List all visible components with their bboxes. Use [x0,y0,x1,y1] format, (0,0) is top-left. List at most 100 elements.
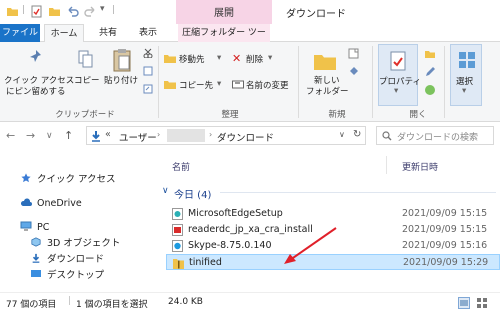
pin-to-quick-access-button[interactable]: クイック アクセス にピン留めする [4,44,74,104]
nav-item-quick-access[interactable]: クイック アクセス [20,172,116,188]
tab-home[interactable]: ホーム [44,24,84,42]
new-folder-quick-icon[interactable] [48,5,61,18]
up-arrow-icon[interactable]: ↑ [64,129,73,142]
file-name: tinified [189,257,222,268]
select-grid-icon [459,52,475,68]
address-bar[interactable]: « ユーザー › › ダウンロード ∨ ↻ [86,126,366,145]
nav-label-quick-access: クイック アクセス [37,174,116,185]
open-icon[interactable] [424,48,436,60]
edit-icon[interactable] [424,66,436,78]
ribbon-divider [444,46,445,118]
search-placeholder: ダウンロードの検索 [397,133,479,143]
nav-item-3d-objects[interactable]: 3D オブジェクト [30,236,120,252]
search-input[interactable]: ダウンロードの検索 [376,126,494,145]
copy-to-button[interactable]: コピー先 ▾ [162,78,226,92]
tab-compressed-folder-tools[interactable]: 圧縮フォルダー ツール [178,24,270,56]
paste-shortcut-icon[interactable] [143,84,153,94]
new-folder-icon [314,55,336,70]
back-arrow-icon[interactable]: ← [6,129,15,142]
large-icons-view-icon[interactable] [476,297,488,309]
move-to-button[interactable]: 移動先 ▾ [162,52,226,66]
group-collapse-chevron-icon[interactable]: ∨ [162,186,169,196]
tab-share[interactable]: 共有 [90,24,126,42]
file-list: 名前 更新日時 ∨ 今日 (4) MicrosoftEdgeSetup 2021… [160,150,500,292]
cube-icon [31,237,41,247]
breadcrumb-users[interactable]: ユーザー [119,130,157,144]
status-size: 24.0 KB [168,297,203,307]
context-tab-extract[interactable]: 展開 [176,4,272,19]
paste-clipboard-icon [113,49,131,72]
breadcrumb-overflow[interactable]: « [105,129,111,140]
nav-item-pc[interactable]: PC [20,220,49,236]
copy-button[interactable]: コピー [72,44,102,104]
navigation-pane: クイック アクセス OneDrive PC 3D オブジェクト ダウンロード デ… [0,150,160,292]
group-header-today[interactable]: 今日 (4) [174,186,211,201]
column-header-name[interactable]: 名前 [172,160,190,173]
move-to-label: 移動先 [179,55,205,65]
delete-x-icon: ✕ [232,52,242,65]
undo-icon[interactable] [66,5,79,18]
annotation-arrow-icon [284,227,337,264]
customize-toolbar-chevron-icon[interactable]: ▾ [100,4,105,14]
new-folder-label-2: フォルダー [306,87,349,97]
redo-icon[interactable] [84,5,97,18]
cut-icon[interactable] [143,48,153,58]
nav-label-downloads: ダウンロード [47,254,105,265]
tab-view[interactable]: 表示 [130,24,166,42]
new-item-icon[interactable] [348,48,360,59]
nav-item-onedrive[interactable]: OneDrive [20,196,82,212]
delete-button[interactable]: ✕ 削除 ▾ [230,52,290,66]
copy-label: コピー [74,76,100,86]
nav-item-desktop[interactable]: デスクトップ [30,268,104,284]
nav-label-desktop: デスクトップ [47,270,105,281]
group-label-organize: 整理 [221,110,239,120]
pin-icon [30,50,41,62]
delete-label: 削除 [246,55,264,65]
breadcrumb-downloads[interactable]: ダウンロード [217,130,274,144]
properties-quick-icon[interactable] [30,5,43,18]
rename-icon [232,80,244,89]
details-view-icon[interactable] [458,297,470,309]
rename-button[interactable]: 名前の変更 [230,78,300,92]
download-arrow-icon [92,131,100,142]
separator: | [112,5,116,15]
file-name: Skype-8.75.0.140 [188,240,272,251]
copy-to-label: コピー先 [179,81,214,91]
properties-label: プロパティ [379,77,421,87]
breadcrumb-chevron-icon: › [209,130,213,139]
tab-file[interactable]: ファイル [0,24,40,42]
recent-locations-chevron-icon[interactable]: ∨ [46,131,53,141]
file-name: MicrosoftEdgeSetup [188,208,283,219]
ribbon-divider [298,46,299,118]
ribbon-divider [372,46,373,118]
history-icon[interactable] [424,84,436,96]
forward-arrow-icon[interactable]: → [26,129,35,142]
file-row[interactable]: MicrosoftEdgeSetup 2021/09/09 15:15 [166,206,500,222]
search-icon [382,131,392,141]
new-folder-button[interactable]: 新しい フォルダー [302,44,349,104]
column-divider [386,156,387,174]
file-date: 2021/09/09 15:16 [402,240,488,251]
rename-label: 名前の変更 [246,81,289,91]
address-dropdown-chevron-icon[interactable]: ∨ [339,130,345,139]
properties-button[interactable]: プロパティ ▾ [378,44,421,106]
status-selected: 1 個の項目を選択 [76,300,148,310]
copy-path-icon[interactable] [143,66,153,76]
file-date: 2021/09/09 15:15 [402,208,488,219]
easy-access-icon[interactable] [348,66,360,77]
edge-setup-icon [172,208,183,220]
status-bar: 77 個の項目 | 1 個の項目を選択 24.0 KB [0,292,500,313]
refresh-icon[interactable]: ↻ [353,129,361,140]
file-date: 2021/09/09 15:15 [402,224,488,235]
select-button[interactable]: 選択 ▾ [450,44,482,106]
nav-item-downloads[interactable]: ダウンロード [30,252,104,268]
paste-button[interactable]: 貼り付け [104,44,140,104]
star-icon [21,173,31,183]
copy-to-chevron-icon: ▾ [217,79,222,89]
file-date: 2021/09/09 15:29 [403,257,489,268]
pin-label-2: にピン留めする [6,87,66,97]
skype-installer-icon [172,240,183,252]
select-chevron-icon: ▾ [462,86,467,96]
nav-label-pc: PC [37,222,50,233]
column-header-modified[interactable]: 更新日時 [402,160,438,173]
